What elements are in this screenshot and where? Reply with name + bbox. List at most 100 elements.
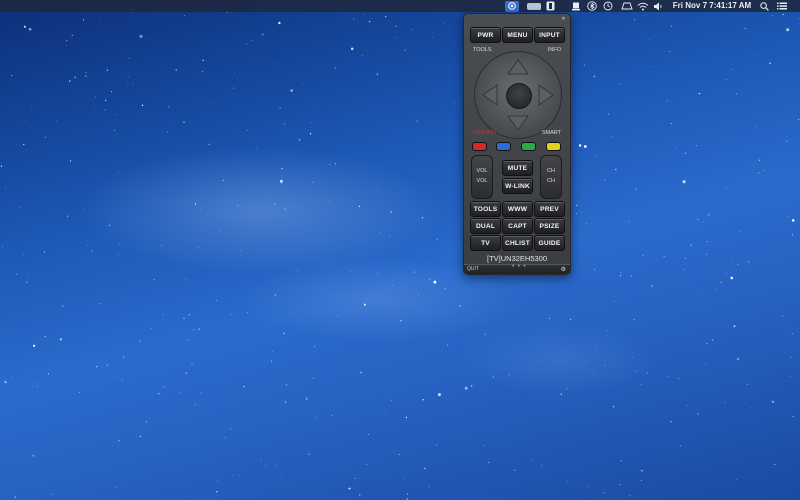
star	[739, 231, 741, 233]
star	[769, 62, 771, 64]
star	[162, 314, 164, 316]
star	[216, 491, 218, 493]
star	[14, 496, 16, 498]
tv-icon[interactable]	[526, 0, 542, 12]
star	[389, 235, 391, 237]
star	[216, 300, 218, 301]
star	[84, 485, 86, 487]
star	[117, 172, 119, 174]
star	[790, 356, 792, 358]
dpad-down-arrow[interactable]	[507, 115, 529, 131]
menu-button[interactable]: MENU	[502, 27, 533, 43]
vol-down-label: VOL	[476, 178, 488, 184]
star	[47, 373, 50, 375]
star	[594, 155, 596, 157]
psize-button[interactable]: PSIZE	[534, 218, 565, 234]
capt-button[interactable]: CAPT	[502, 218, 533, 234]
star	[454, 102, 456, 103]
bluetooth-icon[interactable]	[586, 0, 598, 12]
star	[368, 20, 371, 23]
device-name-label[interactable]: [TV]UN32EH5300	[464, 254, 570, 263]
star	[82, 19, 85, 21]
star	[331, 414, 333, 416]
star	[26, 281, 28, 283]
star	[670, 25, 672, 27]
star	[28, 28, 32, 31]
dual-button[interactable]: DUAL	[470, 218, 501, 234]
list-icon[interactable]	[776, 0, 788, 12]
star	[732, 68, 734, 70]
star	[422, 399, 424, 401]
search-icon[interactable]	[758, 0, 770, 12]
star	[690, 244, 692, 246]
star	[566, 388, 568, 390]
star	[350, 47, 354, 51]
blue-color-button[interactable]	[496, 142, 511, 151]
airport-icon[interactable]	[620, 0, 634, 12]
star	[279, 179, 283, 183]
wifi-icon[interactable]	[636, 0, 650, 12]
input-button[interactable]: INPUT	[534, 27, 565, 43]
return-label[interactable]: RETURN	[473, 130, 496, 136]
star	[184, 15, 185, 16]
star	[390, 211, 392, 213]
menubar-clock[interactable]: Fri Nov 7 7:41:17 AM	[670, 0, 754, 12]
star	[630, 275, 632, 277]
dpad-left-arrow[interactable]	[482, 84, 498, 106]
remote-app-icon[interactable]	[505, 0, 519, 12]
prev-button[interactable]: PREV	[534, 201, 565, 217]
close-icon[interactable]: ✕	[560, 16, 567, 22]
dpad-right-arrow[interactable]	[538, 84, 554, 106]
dpad-enter-button[interactable]	[506, 83, 532, 109]
smart-label[interactable]: SMART	[542, 130, 561, 136]
volume-rocker[interactable]: VOL VOL	[471, 155, 493, 199]
volume-icon[interactable]	[652, 0, 664, 12]
tv-button[interactable]: TV	[470, 235, 501, 251]
star	[755, 318, 757, 320]
yellow-color-button[interactable]	[546, 142, 561, 151]
star	[43, 251, 46, 253]
gear-icon[interactable]: ⚙	[561, 266, 566, 273]
channel-rocker[interactable]: CH CH	[540, 155, 562, 199]
star	[348, 487, 351, 490]
star	[67, 215, 69, 217]
star	[459, 305, 461, 307]
star	[750, 407, 752, 408]
red-color-button[interactable]	[472, 142, 487, 151]
star	[127, 84, 129, 86]
star	[583, 361, 585, 362]
menu-bar: Fri Nov 7 7:41:17 AM	[0, 0, 800, 12]
star	[280, 477, 282, 479]
resize-handle[interactable]: • • •	[512, 264, 527, 270]
starfield-background	[0, 11, 800, 500]
chlist-button[interactable]: CHLIST	[502, 235, 533, 251]
star	[620, 275, 622, 277]
star	[684, 269, 685, 270]
green-color-button[interactable]	[521, 142, 536, 151]
tools-button[interactable]: TOOLS	[470, 201, 501, 217]
star	[416, 120, 418, 122]
star	[327, 200, 329, 202]
power-button[interactable]: PWR	[470, 27, 501, 43]
star	[411, 28, 412, 30]
star	[586, 222, 587, 224]
star	[637, 152, 639, 153]
wlink-button[interactable]: W-LINK	[502, 178, 533, 194]
www-button[interactable]: WWW	[502, 201, 533, 217]
mute-button[interactable]: MUTE	[502, 160, 533, 176]
dpad-up-arrow[interactable]	[507, 59, 529, 75]
time-machine-icon[interactable]	[602, 0, 614, 12]
star	[139, 340, 141, 342]
direction-pad[interactable]	[474, 51, 562, 139]
star	[204, 313, 206, 315]
quit-button[interactable]: QUIT	[467, 266, 479, 272]
star	[744, 27, 747, 30]
star	[194, 404, 196, 406]
star	[99, 398, 101, 400]
shield-icon[interactable]	[544, 0, 556, 12]
star	[747, 261, 750, 263]
display-icon[interactable]	[571, 0, 581, 12]
star	[702, 221, 704, 223]
star	[642, 255, 644, 257]
guide-button[interactable]: GUIDE	[534, 235, 565, 251]
